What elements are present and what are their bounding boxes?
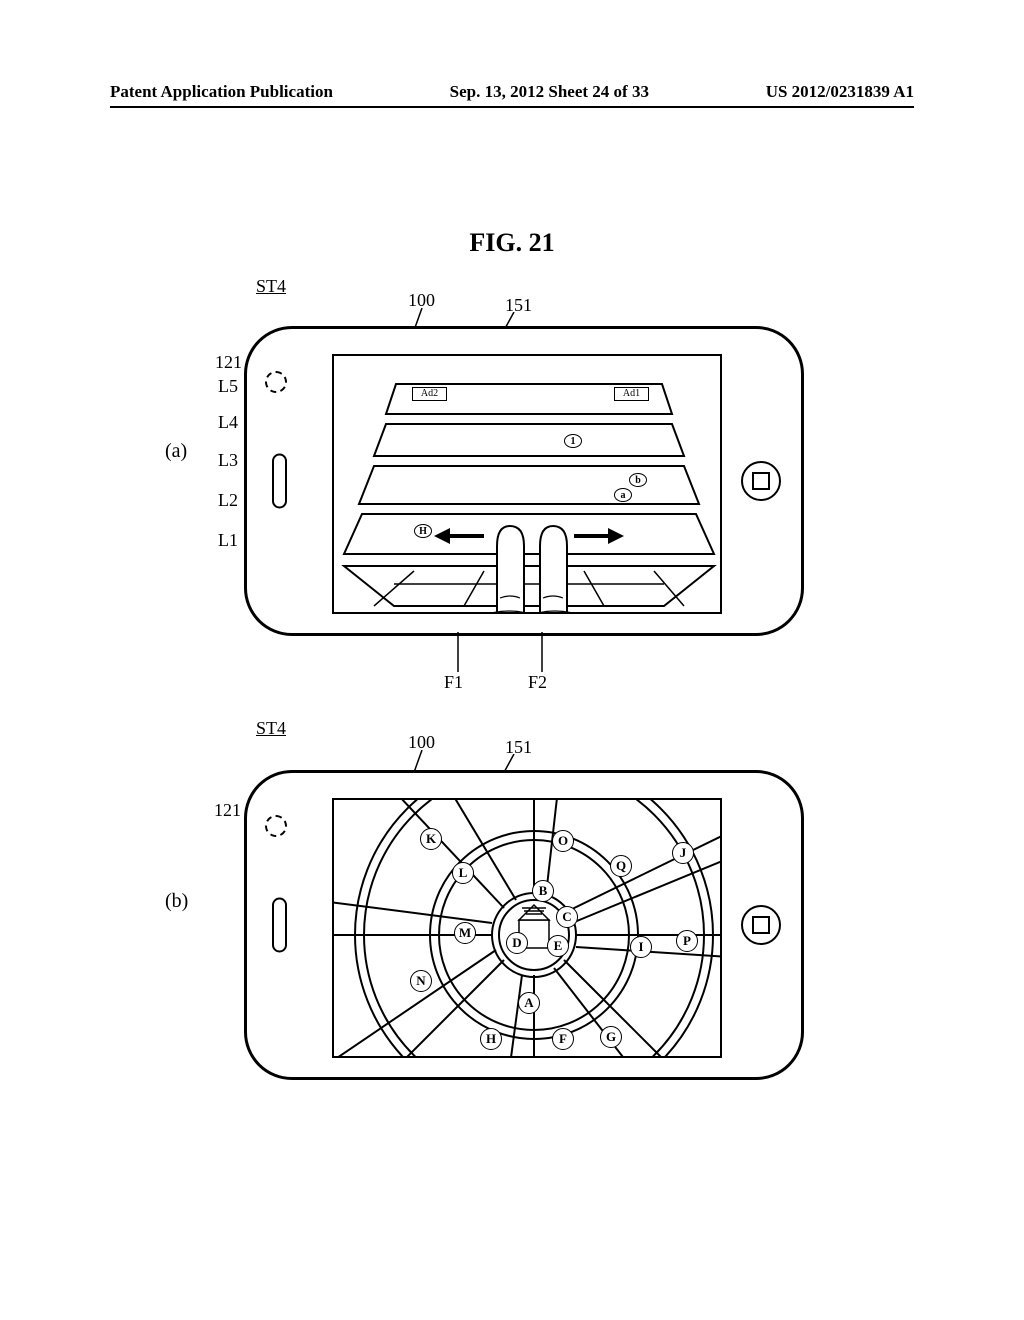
arrow-left [434, 528, 484, 544]
marker-a: a [614, 488, 632, 502]
marker-J: J [672, 842, 694, 864]
marker-N: N [410, 970, 432, 992]
marker-G: G [600, 1026, 622, 1048]
camera-icon-a [265, 371, 287, 393]
subfigure-a-label: (a) [165, 440, 187, 463]
marker-Hb: H [480, 1028, 502, 1050]
ref-121-a: 121 [215, 352, 242, 373]
st4-label-b: ST4 [256, 718, 286, 739]
map-svg [334, 800, 722, 1058]
marker-D: D [506, 932, 528, 954]
marker-I: I [630, 936, 652, 958]
device-shell-a: Ad2 Ad1 1 b a H [244, 326, 804, 636]
camera-icon-b [265, 815, 287, 837]
st4-label-a: ST4 [256, 276, 286, 297]
marker-1: 1 [564, 434, 582, 448]
header-left: Patent Application Publication [110, 82, 333, 102]
header-center: Sep. 13, 2012 Sheet 24 of 33 [450, 82, 649, 102]
marker-L: L [452, 862, 474, 884]
marker-P: P [676, 930, 698, 952]
home-button-a[interactable] [741, 461, 781, 501]
marker-O: O [552, 830, 574, 852]
label-l3: L3 [198, 450, 238, 471]
figure-title: FIG. 21 [0, 228, 1024, 258]
speaker-slot-a [272, 454, 287, 509]
marker-F: F [552, 1028, 574, 1050]
ref-121-b: 121 [214, 800, 241, 821]
fingers-icon [482, 516, 582, 614]
screen-b[interactable]: K O J L Q B M C D E I P N A H F G [332, 798, 722, 1058]
ad1-box: Ad1 [614, 387, 649, 401]
page-header: Patent Application Publication Sep. 13, … [0, 82, 1024, 102]
header-right: US 2012/0231839 A1 [766, 82, 914, 102]
label-l2: L2 [198, 490, 238, 511]
marker-M: M [454, 922, 476, 944]
ref-f1: F1 [444, 672, 463, 693]
subfigure-b-label: (b) [165, 890, 188, 913]
screen-a[interactable]: Ad2 Ad1 1 b a H [332, 354, 722, 614]
marker-B: B [532, 880, 554, 902]
leader-f2 [534, 632, 554, 672]
marker-b: b [629, 473, 647, 487]
ad2-box: Ad2 [412, 387, 447, 401]
marker-H: H [414, 524, 432, 538]
leader-f1 [450, 632, 470, 672]
label-l4: L4 [198, 412, 238, 433]
marker-K: K [420, 828, 442, 850]
speaker-slot-b [272, 898, 287, 953]
home-button-b[interactable] [741, 905, 781, 945]
label-l5: L5 [198, 376, 238, 397]
device-shell-b: K O J L Q B M C D E I P N A H F G [244, 770, 804, 1080]
ref-f2: F2 [528, 672, 547, 693]
marker-E: E [547, 935, 569, 957]
marker-Q: Q [610, 855, 632, 877]
label-l1: L1 [198, 530, 238, 551]
header-rule [110, 106, 914, 108]
marker-C: C [556, 906, 578, 928]
marker-A: A [518, 992, 540, 1014]
